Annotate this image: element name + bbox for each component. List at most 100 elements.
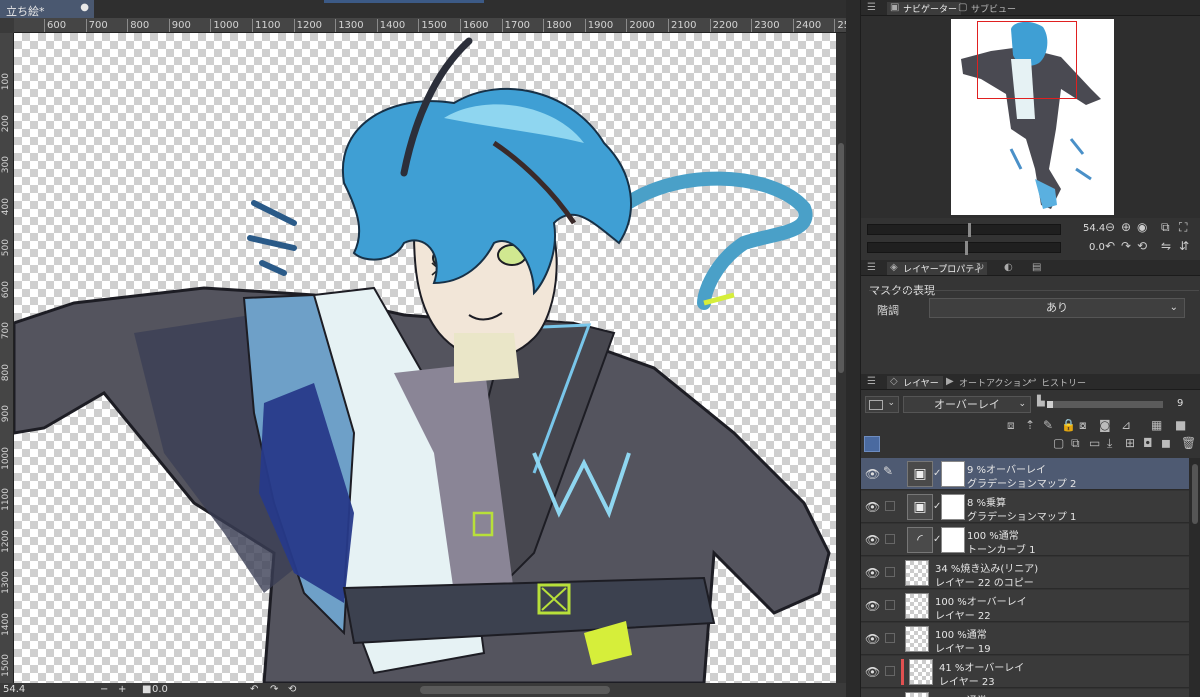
opacity-slider[interactable]: [1047, 401, 1163, 408]
rotate-left-icon[interactable]: ↶: [1105, 239, 1115, 253]
new-vector-layer-icon[interactable]: ⧉: [1071, 436, 1080, 451]
layer-more-icon[interactable]: ■: [1175, 418, 1186, 432]
tab-navigator[interactable]: ▣ ナビゲーター: [887, 2, 962, 15]
panel-menu-icon[interactable]: ☰: [867, 262, 876, 273]
fit-navigator-icon[interactable]: ⧉: [1161, 220, 1170, 235]
flip-vertical-icon[interactable]: ⇵: [1179, 239, 1189, 253]
blend-mode-select[interactable]: オーバーレイ ⌄: [903, 396, 1031, 413]
clip-icon[interactable]: ⧈: [1007, 418, 1015, 433]
tab-history[interactable]: ↩ ヒストリー: [1025, 376, 1090, 389]
layer-row[interactable]: 👁 41 %オーバーレイ レイヤー 23: [861, 656, 1189, 688]
layer-lock-checkbox[interactable]: [885, 501, 895, 511]
eye-icon[interactable]: 👁: [865, 665, 880, 679]
layer-lock-checkbox[interactable]: [885, 600, 895, 610]
fullscreen-icon[interactable]: ⛶: [1179, 220, 1187, 235]
layer-row[interactable]: 👁 ✎ ▣ ✓ 9 %オーバーレイ グラデーションマップ 2: [861, 458, 1189, 490]
rotate-right-icon[interactable]: ↷: [1121, 239, 1131, 253]
layer-grid-icon[interactable]: ▦: [1151, 418, 1162, 432]
rotate-left-icon[interactable]: ↶: [250, 684, 258, 695]
rotate-slider[interactable]: [867, 241, 1061, 255]
layer-row[interactable]: 👁 ▣ ✓ 8 %乗算 グラデーションマップ 1: [861, 491, 1189, 523]
rotate-right-icon[interactable]: ↷: [270, 684, 278, 695]
layer-thumbnail[interactable]: [905, 560, 929, 586]
navigator-thumbnail[interactable]: [951, 19, 1114, 215]
zoom-out-icon[interactable]: ⊖: [1105, 220, 1115, 234]
tab-subview[interactable]: ▢ サブビュー: [955, 2, 1020, 15]
layer-scrollbar[interactable]: [1189, 458, 1200, 697]
layer-row[interactable]: 👁 ◜ ✓ 100 %通常 トーンカーブ 1: [861, 524, 1189, 556]
reference-layer-button[interactable]: [864, 436, 880, 452]
horizontal-scroll-thumb[interactable]: [420, 686, 610, 694]
lock-icon[interactable]: 🔒: [1061, 418, 1076, 432]
tab-layer-property[interactable]: ◈ レイヤープロパティ: [887, 262, 987, 275]
scroll-thumb[interactable]: [838, 143, 844, 373]
layer-property-panel: ☰ ◈ レイヤープロパティ ↻ ◐ ▤ マスクの表現 階調 あり ⌄: [861, 260, 1200, 374]
apply-mask-icon[interactable]: ◼: [1161, 436, 1171, 450]
eye-icon[interactable]: 👁: [865, 500, 880, 514]
layer-lock-checkbox[interactable]: [885, 666, 895, 676]
layer-lock-checkbox[interactable]: [885, 534, 895, 544]
layer-blend-label: 100 %通常: [967, 531, 1019, 542]
tab-color[interactable]: ◐: [1001, 262, 1023, 275]
layer-mask-thumbnail[interactable]: [941, 461, 965, 487]
navigator-view[interactable]: [861, 16, 1200, 218]
layer-lock-checkbox[interactable]: [885, 633, 895, 643]
zoom-slider[interactable]: [867, 223, 1061, 237]
layer-row[interactable]: 👁 100 %オーバーレイ レイヤー 22: [861, 590, 1189, 622]
ruler-icon[interactable]: ⊿: [1121, 418, 1131, 432]
lock-transparency-icon[interactable]: ⧇: [1079, 418, 1087, 433]
close-icon[interactable]: ●: [80, 2, 89, 13]
mask-enable-icon[interactable]: ◙: [1099, 418, 1111, 432]
combine-icon[interactable]: ⊞: [1125, 436, 1135, 450]
layer-row[interactable]: 👁 100 %通常 レイヤー 19: [861, 623, 1189, 655]
new-raster-layer-icon[interactable]: ▢: [1053, 436, 1064, 450]
layer-scroll-thumb[interactable]: [1192, 464, 1198, 524]
ruler-top-tick: 2200: [709, 19, 738, 32]
zoom-in-icon[interactable]: ⊕: [1121, 220, 1131, 234]
panel-menu-icon[interactable]: ☰: [867, 376, 876, 387]
clip-studio-window: 立ち絵* ● 600 700 800 900 1000 1100 1200 1300 1400 1…: [0, 0, 1200, 697]
layer-thumbnail[interactable]: [909, 659, 933, 685]
eye-icon[interactable]: 👁: [865, 467, 880, 481]
rotate-slider-knob[interactable]: [965, 241, 968, 255]
canvas-vertical-scrollbar[interactable]: [836, 33, 846, 683]
layer-thumbnail[interactable]: [905, 626, 929, 652]
reset-rotate-icon[interactable]: ⟲: [288, 684, 296, 695]
flip-horizontal-icon[interactable]: ⇋: [1161, 239, 1171, 253]
reference-icon[interactable]: ⇡: [1025, 418, 1035, 432]
trash-icon[interactable]: 🗑: [1181, 436, 1196, 450]
eye-icon[interactable]: 👁: [865, 566, 880, 580]
draft-icon[interactable]: ✎: [1043, 418, 1053, 432]
tab-material[interactable]: ▤: [1029, 262, 1051, 275]
new-folder-icon[interactable]: ▭: [1089, 436, 1100, 450]
eye-icon[interactable]: 👁: [865, 599, 880, 613]
zoom-out-button[interactable]: −: [100, 684, 108, 695]
transfer-down-icon[interactable]: ⤓: [1107, 436, 1112, 451]
layer-thumbnail[interactable]: [905, 692, 929, 697]
zoom-slider-knob[interactable]: [968, 223, 971, 237]
eye-icon[interactable]: 👁: [865, 632, 880, 646]
eye-icon[interactable]: 👁: [865, 533, 880, 547]
zoom-in-button[interactable]: +: [118, 684, 126, 695]
layer-mask-thumbnail[interactable]: [941, 527, 965, 553]
tab-layer[interactable]: ◇ レイヤー: [887, 376, 943, 389]
layer-thumbnail[interactable]: [905, 593, 929, 619]
actual-size-icon[interactable]: ◉: [1137, 220, 1147, 234]
gradation-select[interactable]: あり ⌄: [929, 298, 1185, 318]
tab-tool-property[interactable]: ↻: [973, 262, 995, 275]
fit-icon[interactable]: ■: [142, 684, 151, 695]
layer-mask-thumbnail[interactable]: [941, 494, 965, 520]
layer-blend-label: 34 %焼き込み(リニア): [935, 564, 1039, 575]
panel-menu-icon[interactable]: ☰: [867, 2, 876, 13]
mask-icon[interactable]: ◘: [1143, 436, 1153, 450]
navigator-viewport-frame[interactable]: [977, 21, 1077, 99]
opacity-value: 9: [1177, 398, 1184, 409]
layer-lock-checkbox[interactable]: [885, 567, 895, 577]
tab-auto-action[interactable]: ▶ オートアクション: [943, 376, 1035, 389]
reset-rotation-icon[interactable]: ⟲: [1137, 239, 1147, 253]
layer-color-button[interactable]: ⌄: [865, 396, 899, 413]
document-tab[interactable]: 立ち絵* ●: [0, 0, 94, 18]
layer-row[interactable]: 👁100 %通常: [861, 689, 1189, 697]
layer-row[interactable]: 👁 34 %焼き込み(リニア) レイヤー 22 のコピー: [861, 557, 1189, 589]
drawing-canvas[interactable]: [14, 33, 836, 683]
